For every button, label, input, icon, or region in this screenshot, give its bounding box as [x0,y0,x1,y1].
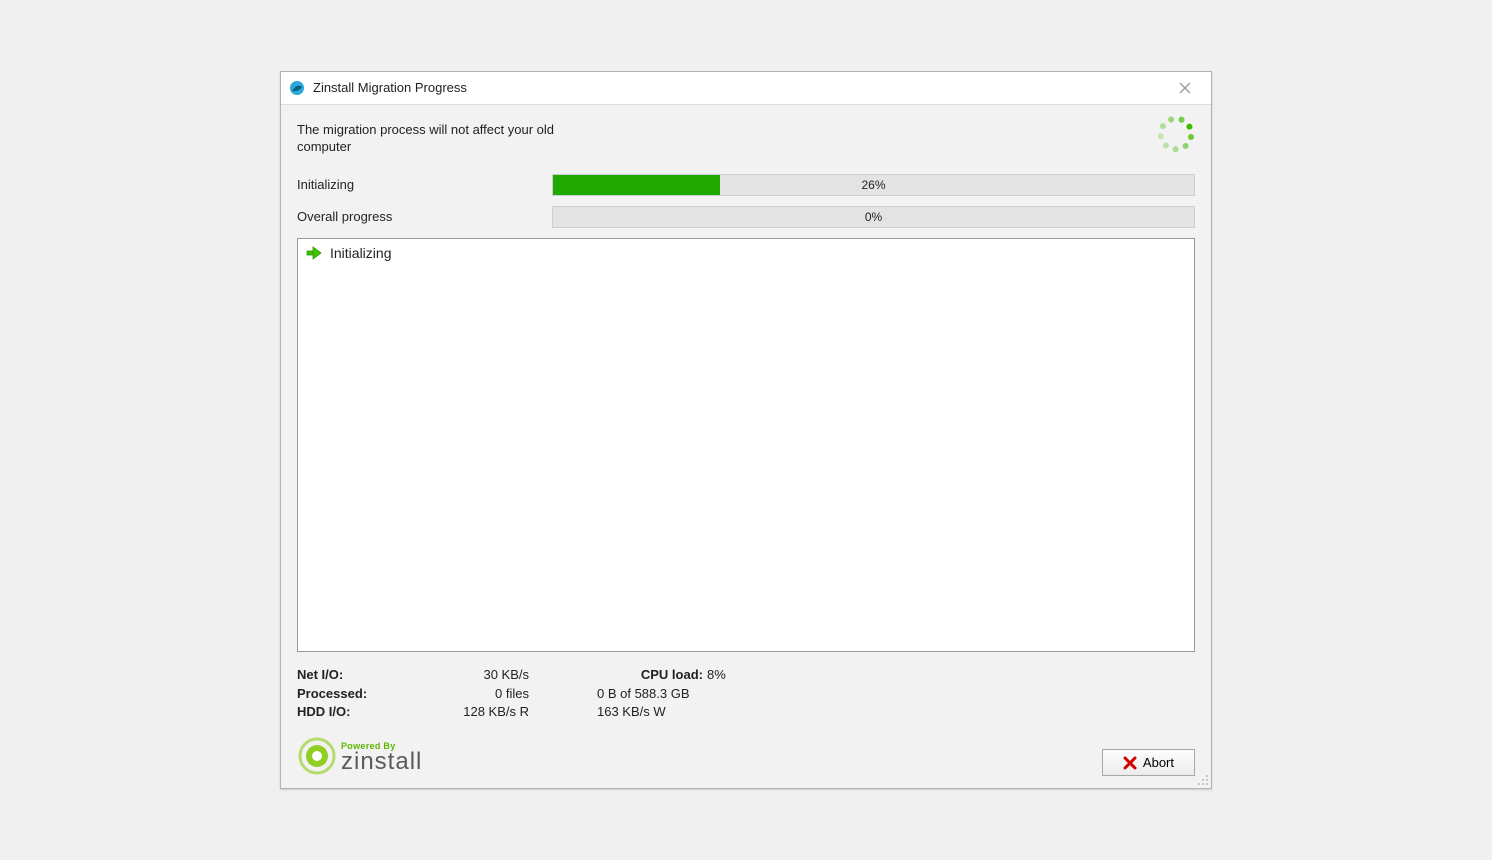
app-icon [289,80,305,96]
close-button[interactable] [1165,74,1205,102]
stat-label-netio: Net I/O: [297,666,417,685]
stat-value-processed: 0 files [417,685,537,704]
info-text: The migration process will not affect yo… [297,121,597,156]
brand-name: zinstall [341,751,422,773]
stat-value-datatotal: 0 B of 588.3 GB [597,685,847,704]
log-item: Initializing [306,245,1186,261]
window-title: Zinstall Migration Progress [313,80,1165,95]
abort-icon [1123,756,1137,770]
log-item-text: Initializing [330,245,391,261]
progress-text-overall: 0% [553,207,1194,227]
stat-value-cpu: 8% [707,666,847,685]
info-row: The migration process will not affect yo… [297,121,1195,156]
stats-grid: Net I/O: 30 KB/s CPU load: 8% Processed:… [297,666,1195,723]
window-body: The migration process will not affect yo… [281,105,1211,789]
zinstall-logo-icon [297,736,337,776]
progress-bar-overall: 0% [552,206,1195,228]
titlebar: Zinstall Migration Progress [281,72,1211,105]
progress-label-initializing: Initializing [297,177,552,192]
stat-label-processed: Processed: [297,685,417,704]
progress-bar-initializing: 26% [552,174,1195,196]
resize-grip-icon[interactable] [1197,774,1209,786]
abort-label: Abort [1143,755,1174,770]
stat-label-cpu: CPU load: [597,666,707,685]
footer: Powered By zinstall Abort [297,736,1195,776]
abort-button[interactable]: Abort [1102,749,1195,776]
log-panel[interactable]: Initializing [297,238,1195,652]
progress-row-overall: Overall progress 0% [297,206,1195,228]
stat-value-netio: 30 KB/s [417,666,537,685]
brand-text: Powered By zinstall [341,741,422,773]
progress-label-overall: Overall progress [297,209,552,224]
spinner-icon [1163,121,1195,153]
stat-value-hddio-w: 163 KB/s W [597,703,847,722]
brand-logo: Powered By zinstall [297,736,422,776]
stat-value-hddio-r: 128 KB/s R [417,703,537,722]
app-window: Zinstall Migration Progress The migratio… [280,71,1212,790]
stat-label-hddio: HDD I/O: [297,703,417,722]
close-icon [1179,82,1191,94]
progress-row-initializing: Initializing 26% [297,174,1195,196]
arrow-right-icon [306,245,322,261]
progress-text-initializing: 26% [553,175,1194,195]
